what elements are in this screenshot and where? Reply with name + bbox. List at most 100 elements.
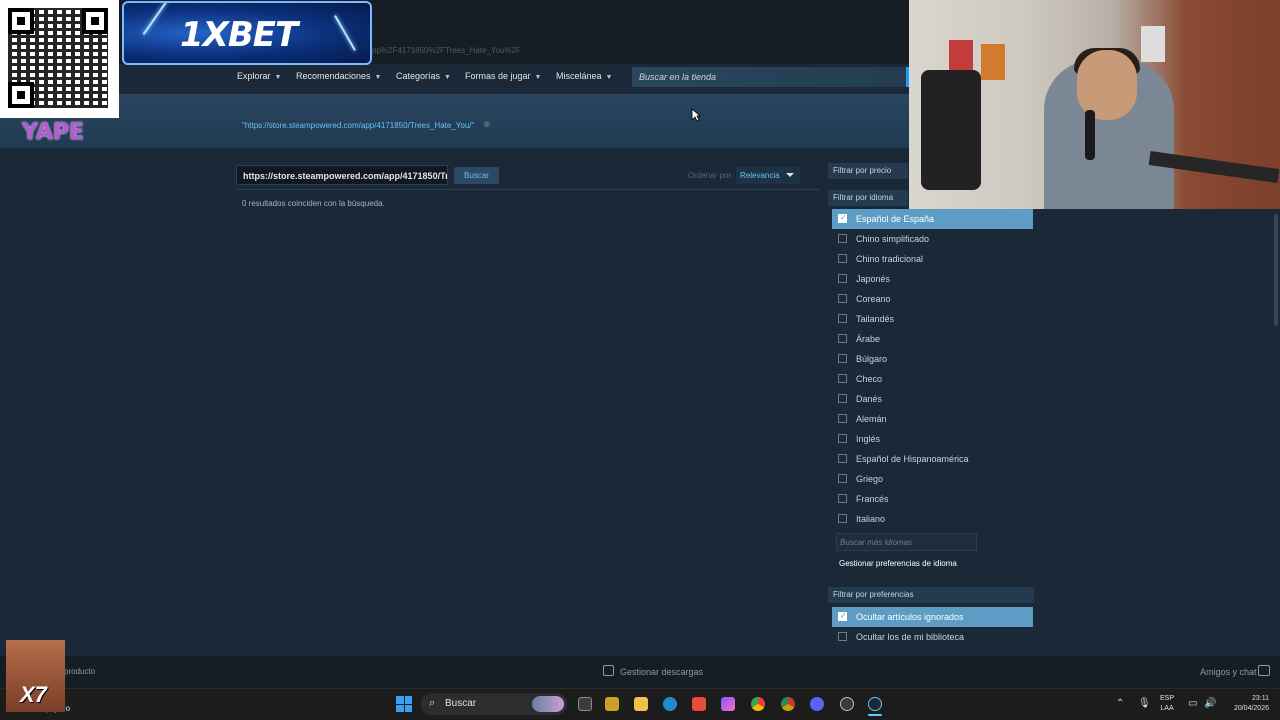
manage-downloads-button[interactable]: Gestionar descargas <box>620 667 703 677</box>
sponsor-banner: 1XBET <box>122 1 372 65</box>
language-option[interactable]: Tailandés <box>832 309 1033 329</box>
taskbar-search-label: Buscar <box>445 698 477 709</box>
language-label: Español de España <box>856 214 935 224</box>
tray-overflow-icon[interactable]: ⌃ <box>1116 698 1124 709</box>
active-app-indicator <box>868 714 882 716</box>
volume-icon[interactable]: 🔊 <box>1204 698 1216 709</box>
chevron-down-icon <box>786 173 794 177</box>
search-icon: ⌕ <box>429 697 436 709</box>
checkbox[interactable] <box>838 514 847 523</box>
checkbox[interactable] <box>838 434 847 443</box>
obs-icon[interactable] <box>840 697 854 711</box>
preference-option[interactable]: Ocultar artículos ignorados <box>832 607 1033 627</box>
checkbox[interactable] <box>838 314 847 323</box>
nav-explorar[interactable]: Explorar ▼ <box>237 71 281 81</box>
friends-chat-button[interactable]: Amigos y chat <box>1200 667 1257 677</box>
language-option[interactable]: Griego <box>832 469 1033 489</box>
filter-language-heading[interactable]: Filtrar por idioma <box>828 190 908 206</box>
manage-language-prefs-link[interactable]: Gestionar preferencias de idioma <box>839 559 957 568</box>
store-search-input[interactable]: Buscar en la tienda <box>632 67 906 87</box>
language-option[interactable]: Español de Hispanoamérica <box>832 449 1033 469</box>
chevron-down-icon: ▼ <box>534 74 542 81</box>
language-option[interactable]: Japonés <box>832 269 1033 289</box>
checkbox[interactable] <box>838 254 847 263</box>
more-languages-input[interactable]: Buscar más idiomas <box>836 533 977 551</box>
preference-label: Ocultar artículos ignorados <box>856 612 964 622</box>
checkbox[interactable] <box>838 234 847 243</box>
nav-label: Recomendaciones <box>296 71 371 81</box>
file-explorer-icon[interactable] <box>634 697 648 711</box>
language-label: Francés <box>856 494 889 504</box>
language-option[interactable]: Chino simplificado <box>832 229 1033 249</box>
chrome-profile-icon[interactable] <box>781 697 795 711</box>
steam-icon[interactable] <box>868 697 882 711</box>
copilot-icon[interactable] <box>721 697 735 711</box>
qr-code <box>0 0 119 118</box>
streamer-webcam <box>909 0 1280 209</box>
nav-formas-de-jugar[interactable]: Formas de jugar ▼ <box>465 71 541 81</box>
checkbox[interactable] <box>838 294 847 303</box>
nav-label: Categorías <box>396 71 441 81</box>
network-icon[interactable]: ▭ <box>1188 698 1197 709</box>
language-label: Checo <box>856 374 883 384</box>
taskbar-clock[interactable]: 23:11 20/04/2026 <box>1225 694 1269 714</box>
language-option[interactable]: Árabe <box>832 329 1033 349</box>
nav-miscelanea[interactable]: Miscelánea ▼ <box>556 71 612 81</box>
checkbox[interactable] <box>838 334 847 343</box>
language-label: Danés <box>856 394 883 404</box>
checkbox[interactable] <box>838 632 847 641</box>
search-button[interactable]: Buscar <box>454 167 499 184</box>
add-product-link[interactable]: producto <box>64 667 95 676</box>
language-option[interactable]: Chino tradicional <box>832 249 1033 269</box>
language-option[interactable]: Español de España <box>832 209 1033 229</box>
warcraft-icon[interactable] <box>605 697 619 711</box>
windows-start-icon[interactable] <box>396 696 412 712</box>
nav-label: Formas de jugar <box>465 71 531 81</box>
language-option[interactable]: Búlgaro <box>832 349 1033 369</box>
mouse-cursor-icon <box>691 108 701 122</box>
checkbox[interactable] <box>838 494 847 503</box>
checkbox[interactable] <box>838 394 847 403</box>
scrollbar-thumb[interactable] <box>1274 214 1278 326</box>
checkbox[interactable] <box>838 354 847 363</box>
checkbox[interactable] <box>838 454 847 463</box>
results-text: 0 resultados coinciden con la búsqueda. <box>242 199 385 208</box>
snip-tool-icon[interactable] <box>692 697 706 711</box>
checkbox[interactable] <box>838 274 847 283</box>
preference-option[interactable]: Ocultar los de mi biblioteca <box>832 627 1033 647</box>
language-label: Búlgaro <box>856 354 888 364</box>
language-option[interactable]: Danés <box>832 389 1033 409</box>
language-option[interactable]: Inglés <box>832 429 1033 449</box>
checkbox[interactable] <box>838 374 847 383</box>
checkbox[interactable] <box>838 611 847 621</box>
remove-tag-icon[interactable]: ⊗ <box>483 119 491 130</box>
sort-select[interactable]: Relevancia <box>736 167 800 184</box>
language-option[interactable]: Italiano <box>832 509 1033 529</box>
language-option[interactable]: Alemán <box>832 409 1033 429</box>
nav-recomendaciones[interactable]: Recomendaciones ▼ <box>296 71 381 81</box>
search-tag[interactable]: "https://store.steampowered.com/app/4171… <box>242 121 474 130</box>
taskbar-search[interactable]: ⌕ Buscar <box>421 693 567 715</box>
chrome-icon[interactable] <box>751 697 765 711</box>
nav-label: Miscelánea <box>556 71 602 81</box>
store-search-placeholder: Buscar en la tienda <box>639 72 717 82</box>
microphone-icon[interactable]: 🎙 <box>1138 698 1151 709</box>
checkbox[interactable] <box>838 414 847 423</box>
edge-icon[interactable] <box>663 697 677 711</box>
language-label: Chino simplificado <box>856 234 930 244</box>
language-option[interactable]: Checo <box>832 369 1033 389</box>
nav-categorias[interactable]: Categorías ▼ <box>396 71 451 81</box>
filter-price-heading[interactable]: Filtrar por precio <box>828 163 908 179</box>
checkbox[interactable] <box>838 474 847 483</box>
search-term-value: https://store.steampowered.com/app/41718… <box>243 171 447 181</box>
search-term-field[interactable]: https://store.steampowered.com/app/41718… <box>236 165 448 185</box>
url-fragment: pp%2F4171850%2FTrees_Hate_You%2F <box>372 46 521 55</box>
language-label: Tailandés <box>856 314 895 324</box>
discord-icon[interactable] <box>810 697 824 711</box>
task-view-icon[interactable] <box>578 697 592 711</box>
filter-preferences-heading[interactable]: Filtrar por preferencias <box>828 587 1034 603</box>
language-option[interactable]: Francés <box>832 489 1033 509</box>
input-language[interactable]: ESP LAA <box>1160 694 1174 714</box>
language-option[interactable]: Coreano <box>832 289 1033 309</box>
checkbox[interactable] <box>838 213 847 223</box>
